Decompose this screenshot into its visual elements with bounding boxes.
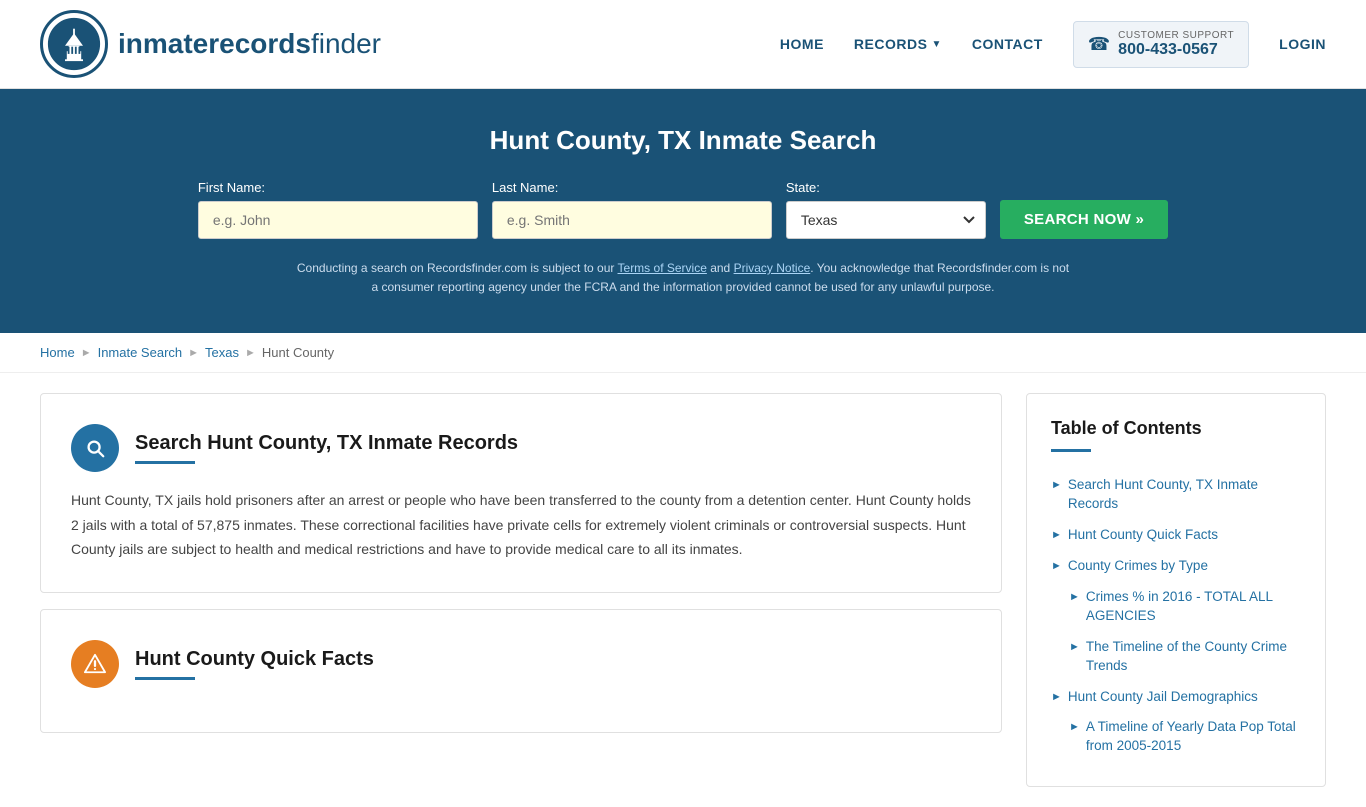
nav-home[interactable]: HOME (780, 36, 824, 52)
chevron-right-icon: ► (1069, 640, 1080, 655)
breadcrumb-home[interactable]: Home (40, 345, 75, 360)
first-name-input[interactable] (198, 201, 478, 239)
search-button[interactable]: SEARCH NOW » (1000, 200, 1168, 239)
breadcrumb-texas[interactable]: Texas (205, 345, 239, 360)
toc-item-3: ► County Crimes by Type (1051, 551, 1301, 582)
nav-contact[interactable]: CONTACT (972, 36, 1043, 52)
breadcrumb-sep-3: ► (245, 347, 256, 359)
toc-title: Table of Contents (1051, 418, 1301, 439)
hero-banner: Hunt County, TX Inmate Search First Name… (0, 89, 1366, 333)
breadcrumb-sep-1: ► (81, 347, 92, 359)
section2-title: Hunt County Quick Facts (135, 648, 374, 671)
section1-underline (135, 461, 195, 464)
toc-divider (1051, 449, 1091, 452)
logo-area: inmaterecordsfinder (40, 10, 381, 78)
chevron-right-icon: ► (1069, 590, 1080, 605)
toc-item-6: ► Hunt County Jail Demographics (1051, 682, 1301, 713)
support-number: 800-433-0567 (1118, 41, 1234, 59)
toc-item-5: ► The Timeline of the County Crime Trend… (1051, 632, 1301, 682)
toc-link-6[interactable]: ► Hunt County Jail Demographics (1051, 688, 1301, 707)
chevron-right-icon: ► (1051, 478, 1062, 493)
state-field-group: State: Texas (786, 180, 986, 239)
chevron-right-icon: ► (1051, 559, 1062, 574)
toc-list: ► Search Hunt County, TX Inmate Records … (1051, 470, 1301, 762)
section-search-records: Search Hunt County, TX Inmate Records Hu… (40, 393, 1002, 593)
logo-text: inmaterecordsfinder (118, 28, 381, 60)
hero-title: Hunt County, TX Inmate Search (40, 125, 1326, 156)
chevron-right-icon: ► (1051, 690, 1062, 705)
content-left: Search Hunt County, TX Inmate Records Hu… (40, 393, 1002, 787)
toc-item-4: ► Crimes % in 2016 - TOTAL ALL AGENCIES (1051, 582, 1301, 632)
toc-link-3[interactable]: ► County Crimes by Type (1051, 557, 1301, 576)
nav-records[interactable]: RECORDS ▼ (854, 36, 942, 52)
toc-link-5[interactable]: ► The Timeline of the County Crime Trend… (1069, 638, 1301, 676)
last-name-input[interactable] (492, 201, 772, 239)
toc-box: Table of Contents ► Search Hunt County, … (1026, 393, 1326, 787)
section1-text: Hunt County, TX jails hold prisoners aft… (71, 488, 971, 562)
state-select[interactable]: Texas (786, 201, 986, 239)
section2-underline (135, 677, 195, 680)
support-label: CUSTOMER SUPPORT (1118, 30, 1234, 41)
disclaimer-text: Conducting a search on Recordsfinder.com… (293, 259, 1073, 297)
section1-header: Search Hunt County, TX Inmate Records (71, 424, 971, 472)
chevron-down-icon: ▼ (931, 39, 941, 50)
toc-link-7[interactable]: ► A Timeline of Yearly Data Pop Total fr… (1069, 718, 1301, 756)
privacy-link[interactable]: Privacy Notice (734, 261, 811, 275)
section1-title: Search Hunt County, TX Inmate Records (135, 432, 518, 455)
search-icon (84, 437, 106, 459)
search-form: First Name: Last Name: State: Texas SEAR… (40, 180, 1326, 239)
toc-item-2: ► Hunt County Quick Facts (1051, 520, 1301, 551)
toc-item-7: ► A Timeline of Yearly Data Pop Total fr… (1051, 712, 1301, 762)
table-of-contents: Table of Contents ► Search Hunt County, … (1026, 393, 1326, 787)
first-name-field-group: First Name: (198, 180, 478, 239)
main-nav: HOME RECORDS ▼ CONTACT ☎ CUSTOMER SUPPOR… (780, 21, 1326, 68)
phone-icon: ☎ (1088, 34, 1110, 55)
toc-link-4[interactable]: ► Crimes % in 2016 - TOTAL ALL AGENCIES (1069, 588, 1301, 626)
state-label: State: (786, 180, 820, 195)
chevron-right-icon: ► (1069, 720, 1080, 735)
breadcrumb-current: Hunt County (262, 345, 334, 360)
alert-icon (84, 653, 106, 675)
breadcrumb: Home ► Inmate Search ► Texas ► Hunt Coun… (0, 333, 1366, 373)
main-content: Search Hunt County, TX Inmate Records Hu… (0, 373, 1366, 807)
header: inmaterecordsfinder HOME RECORDS ▼ CONTA… (0, 0, 1366, 89)
logo-icon (40, 10, 108, 78)
support-text: CUSTOMER SUPPORT 800-433-0567 (1118, 30, 1234, 59)
chevron-right-icon: ► (1051, 528, 1062, 543)
first-name-label: First Name: (198, 180, 265, 195)
nav-login[interactable]: LOGIN (1279, 36, 1326, 52)
section2-header: Hunt County Quick Facts (71, 640, 971, 688)
search-section-icon (71, 424, 119, 472)
toc-link-1[interactable]: ► Search Hunt County, TX Inmate Records (1051, 476, 1301, 514)
breadcrumb-inmate-search[interactable]: Inmate Search (98, 345, 183, 360)
section-quick-facts: Hunt County Quick Facts (40, 609, 1002, 733)
toc-item-1: ► Search Hunt County, TX Inmate Records (1051, 470, 1301, 520)
toc-link-2[interactable]: ► Hunt County Quick Facts (1051, 526, 1301, 545)
breadcrumb-sep-2: ► (188, 347, 199, 359)
terms-link[interactable]: Terms of Service (618, 261, 707, 275)
last-name-label: Last Name: (492, 180, 558, 195)
last-name-field-group: Last Name: (492, 180, 772, 239)
customer-support-box: ☎ CUSTOMER SUPPORT 800-433-0567 (1073, 21, 1249, 68)
alert-section-icon (71, 640, 119, 688)
